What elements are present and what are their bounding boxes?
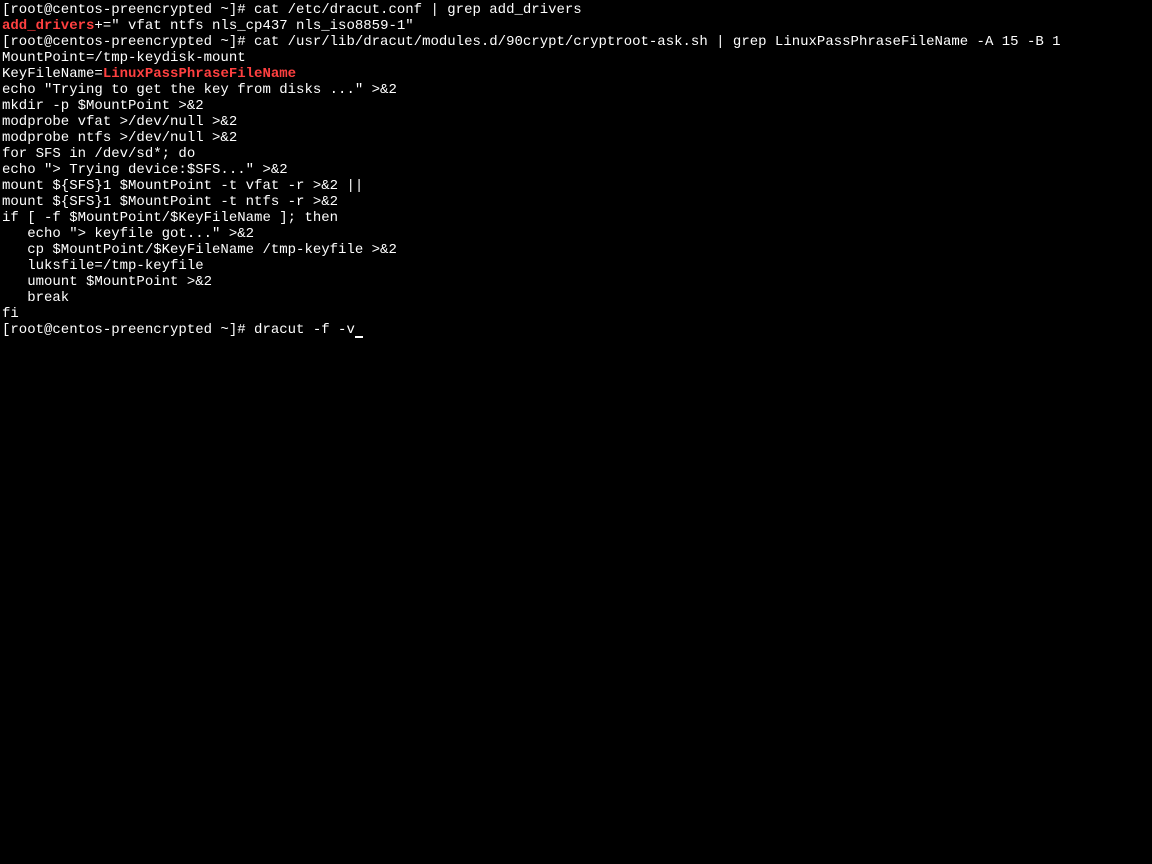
terminal-line: [root@centos-preencrypted ~]# dracut -f …: [2, 322, 1150, 338]
terminal-line: echo "Trying to get the key from disks .…: [2, 82, 1150, 98]
line-text: if [ -f $MountPoint/$KeyFileName ]; then: [2, 210, 338, 226]
line-text: [root@centos-preencrypted ~]# dracut -f …: [2, 322, 355, 338]
terminal-line: break: [2, 290, 1150, 306]
grep-match: add_drivers: [2, 18, 94, 34]
terminal-line: [root@centos-preencrypted ~]# cat /usr/l…: [2, 34, 1150, 50]
line-text: [root@centos-preencrypted ~]# cat /usr/l…: [2, 34, 1061, 50]
line-text: for SFS in /dev/sd*; do: [2, 146, 195, 162]
terminal-line: modprobe vfat >/dev/null >&2: [2, 114, 1150, 130]
terminal-line: luksfile=/tmp-keyfile: [2, 258, 1150, 274]
terminal-line: fi: [2, 306, 1150, 322]
terminal-line: MountPoint=/tmp-keydisk-mount: [2, 50, 1150, 66]
line-text: MountPoint=/tmp-keydisk-mount: [2, 50, 246, 66]
line-text: +=" vfat ntfs nls_cp437 nls_iso8859-1": [94, 18, 413, 34]
line-text: modprobe vfat >/dev/null >&2: [2, 114, 237, 130]
cursor-icon: [355, 336, 363, 338]
terminal-line: KeyFileName=LinuxPassPhraseFileName: [2, 66, 1150, 82]
terminal-line: mkdir -p $MountPoint >&2: [2, 98, 1150, 114]
line-text: echo "Trying to get the key from disks .…: [2, 82, 397, 98]
line-text: echo "> keyfile got..." >&2: [2, 226, 254, 242]
line-text: umount $MountPoint >&2: [2, 274, 212, 290]
line-text: [root@centos-preencrypted ~]# cat /etc/d…: [2, 2, 582, 18]
terminal-line: [root@centos-preencrypted ~]# cat /etc/d…: [2, 2, 1150, 18]
line-text: fi: [2, 306, 19, 322]
terminal-line: echo "> Trying device:$SFS..." >&2: [2, 162, 1150, 178]
terminal-line: add_drivers+=" vfat ntfs nls_cp437 nls_i…: [2, 18, 1150, 34]
line-text: mount ${SFS}1 $MountPoint -t vfat -r >&2…: [2, 178, 363, 194]
line-text: echo "> Trying device:$SFS..." >&2: [2, 162, 288, 178]
terminal-line: mount ${SFS}1 $MountPoint -t vfat -r >&2…: [2, 178, 1150, 194]
terminal-line: if [ -f $MountPoint/$KeyFileName ]; then: [2, 210, 1150, 226]
line-text: mkdir -p $MountPoint >&2: [2, 98, 204, 114]
terminal-line: for SFS in /dev/sd*; do: [2, 146, 1150, 162]
grep-match: LinuxPassPhraseFileName: [103, 66, 296, 82]
terminal-line: echo "> keyfile got..." >&2: [2, 226, 1150, 242]
line-text: modprobe ntfs >/dev/null >&2: [2, 130, 237, 146]
terminal-line: umount $MountPoint >&2: [2, 274, 1150, 290]
line-text: mount ${SFS}1 $MountPoint -t ntfs -r >&2: [2, 194, 338, 210]
terminal-line: cp $MountPoint/$KeyFileName /tmp-keyfile…: [2, 242, 1150, 258]
terminal-line: modprobe ntfs >/dev/null >&2: [2, 130, 1150, 146]
terminal-line: mount ${SFS}1 $MountPoint -t ntfs -r >&2: [2, 194, 1150, 210]
line-text: break: [2, 290, 69, 306]
terminal-output[interactable]: [root@centos-preencrypted ~]# cat /etc/d…: [2, 2, 1150, 338]
line-text: KeyFileName=: [2, 66, 103, 82]
line-text: luksfile=/tmp-keyfile: [2, 258, 204, 274]
line-text: cp $MountPoint/$KeyFileName /tmp-keyfile…: [2, 242, 397, 258]
